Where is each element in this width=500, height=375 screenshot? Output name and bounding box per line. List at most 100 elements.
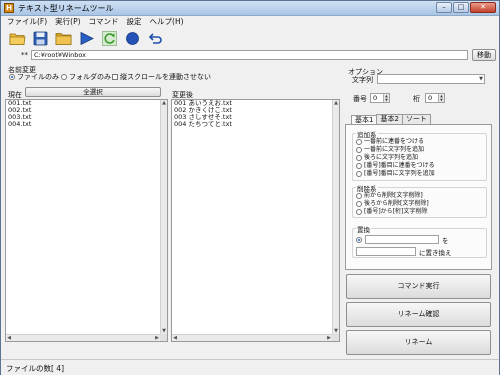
add-option-1-label: 一番前に連番をつける [364, 138, 425, 145]
window-title: テキスト型リネームツール [18, 4, 114, 13]
status-bar: ファイルの数[ 4] [1, 359, 499, 375]
sync-scroll-checkbox[interactable] [112, 74, 118, 80]
add-option-3-label: 後ろに文字列を追加 [364, 154, 419, 161]
menu-run[interactable]: 実行(P) [55, 16, 80, 27]
select-all-button[interactable]: 全選択 [25, 87, 161, 97]
vertical-scrollbar[interactable]: ▲ ▼ [332, 100, 339, 334]
undo-icon[interactable] [147, 30, 164, 47]
replace-wo-label: を [442, 237, 449, 245]
rename-confirm-button[interactable]: リネーム確認 [346, 302, 491, 327]
digits-label: 桁 [413, 95, 420, 103]
number-stepper[interactable]: 0 ▲ ▼ [370, 93, 390, 103]
add-group: 追加系 一番前に連番をつける 一番前に文字列を追加 後ろに文字列を追加 [番号]… [352, 129, 487, 181]
scroll-up-icon[interactable]: ▲ [333, 100, 339, 106]
radio-files-only[interactable] [9, 74, 15, 80]
radio[interactable] [356, 154, 362, 161]
path-input[interactable]: C:¥root¥Winbox [31, 50, 468, 60]
add-option-5-label: [番号]番目に文字列を追加 [364, 170, 435, 177]
rename-button[interactable]: リネーム [346, 330, 491, 355]
minimize-button[interactable]: – [436, 2, 452, 13]
path-row: ** C:¥root¥Winbox 移動 [1, 49, 499, 62]
tab-sort[interactable]: ソート [401, 114, 431, 124]
list-item[interactable]: 004 たちつてと.txt [172, 121, 339, 128]
delete-group: 削除系 前から削除[文字削除] 後ろから削除[文字削除] [番号]から[桁]文字… [352, 183, 487, 218]
add-option-1[interactable]: 一番前に連番をつける [356, 138, 424, 145]
add-option-2-label: 一番前に文字列を追加 [364, 146, 425, 153]
add-option-2[interactable]: 一番前に文字列を追加 [356, 146, 424, 153]
menu-settings[interactable]: 設定 [127, 16, 142, 27]
digits-stepper[interactable]: 0 ▲ ▼ [425, 93, 445, 103]
delete-option-1-label: 前から削除[文字削除] [364, 192, 423, 199]
menu-file[interactable]: ファイル(F) [7, 16, 47, 27]
horizontal-scrollbar[interactable]: ◀ ▶ [172, 334, 332, 341]
number-label: 番号 [353, 95, 367, 103]
menu-bar: ファイル(F) 実行(P) コマンド 設定 ヘルプ(H) [2, 16, 498, 27]
execute-command-button[interactable]: コマンド実行 [346, 274, 491, 299]
mode-files-only[interactable]: ファイルのみ [9, 73, 59, 82]
toolbar [9, 29, 164, 47]
menu-command[interactable]: コマンド [89, 16, 119, 27]
radio[interactable] [356, 138, 362, 145]
sync-scroll-option[interactable]: 縦スクロールを連動させない [112, 73, 211, 82]
menu-help[interactable]: ヘルプ(H) [150, 16, 184, 27]
app-icon: H [4, 3, 14, 13]
sync-scroll-label: 縦スクロールを連動させない [120, 73, 211, 81]
chevron-down-icon[interactable]: ▼ [479, 75, 483, 83]
stepper-arrows-icon[interactable]: ▲ ▼ [438, 94, 444, 102]
path-stars: ** [21, 51, 28, 59]
string-select[interactable]: ▼ [377, 74, 485, 84]
list-item[interactable]: 004.txt [6, 121, 167, 128]
replace-radio[interactable] [356, 237, 362, 243]
window-controls: – □ ✕ [436, 2, 496, 13]
scroll-left-icon[interactable]: ◀ [6, 335, 12, 341]
radio[interactable] [356, 170, 362, 177]
delete-option-3-label: [番号]から[桁]文字削除 [364, 208, 428, 215]
radio[interactable] [356, 162, 362, 169]
file-count-status: ファイルの数[ 4] [6, 364, 65, 373]
mode-folders-only[interactable]: フォルダのみ [61, 73, 111, 82]
tab-basic-2[interactable]: 基本2 [376, 114, 403, 124]
radio[interactable] [356, 200, 362, 207]
record-icon[interactable] [124, 30, 141, 47]
play-icon[interactable] [78, 30, 95, 47]
close-button[interactable]: ✕ [470, 2, 496, 13]
mode-files-only-label: ファイルのみ [17, 73, 59, 81]
maximize-button[interactable]: □ [453, 2, 469, 13]
delete-option-3[interactable]: [番号]から[桁]文字削除 [356, 208, 427, 215]
add-option-4[interactable]: [番号]番目に連番をつける [356, 162, 435, 169]
radio[interactable] [356, 192, 362, 199]
number-value: 0 [373, 94, 378, 102]
new-file-list[interactable]: 001 あいうえお.txt 002 かきくけこ.txt 003 さしすせそ.tx… [171, 99, 340, 342]
replace-group-title: 置換 [356, 224, 371, 234]
horizontal-scrollbar[interactable]: ◀ ▶ [6, 334, 160, 341]
delete-option-2-label: 後ろから削除[文字削除] [364, 200, 429, 207]
option-tabs: 基本1 基本2 ソート [351, 114, 431, 125]
replace-to-input[interactable] [356, 247, 416, 256]
delete-option-2[interactable]: 後ろから削除[文字削除] [356, 200, 429, 207]
scroll-left-icon[interactable]: ◀ [172, 335, 178, 341]
add-option-3[interactable]: 後ろに文字列を追加 [356, 154, 418, 161]
replace-from-input[interactable] [365, 235, 439, 244]
replace-with-label: に置き換え [419, 249, 452, 257]
radio[interactable] [356, 208, 362, 215]
title-bar: H テキスト型リネームツール – □ ✕ [1, 1, 499, 16]
digits-value: 0 [428, 94, 433, 102]
stepper-arrows-icon[interactable]: ▲ ▼ [383, 94, 389, 102]
current-file-list[interactable]: 001.txt 002.txt 003.txt 004.txt ▲ ▼ ◀ ▶ [5, 99, 168, 342]
radio[interactable] [356, 146, 362, 153]
scroll-corner [160, 334, 167, 341]
scroll-up-icon[interactable]: ▲ [161, 100, 167, 106]
refresh-icon[interactable] [101, 30, 118, 47]
mode-folders-only-label: フォルダのみ [69, 73, 111, 81]
save-icon[interactable] [32, 30, 49, 47]
move-button[interactable]: 移動 [472, 49, 496, 61]
folder-open-icon[interactable] [9, 30, 26, 47]
vertical-scrollbar[interactable]: ▲ ▼ [160, 100, 167, 334]
radio-folders-only[interactable] [61, 74, 67, 80]
app-window: H テキスト型リネームツール – □ ✕ ファイル(F) 実行(P) コマンド … [0, 0, 500, 375]
delete-option-1[interactable]: 前から削除[文字削除] [356, 192, 423, 199]
add-option-5[interactable]: [番号]番目に文字列を追加 [356, 170, 435, 177]
add-option-4-label: [番号]番目に連番をつける [364, 162, 435, 169]
folder-icon[interactable] [55, 30, 72, 47]
string-label: 文字列 [352, 76, 373, 84]
